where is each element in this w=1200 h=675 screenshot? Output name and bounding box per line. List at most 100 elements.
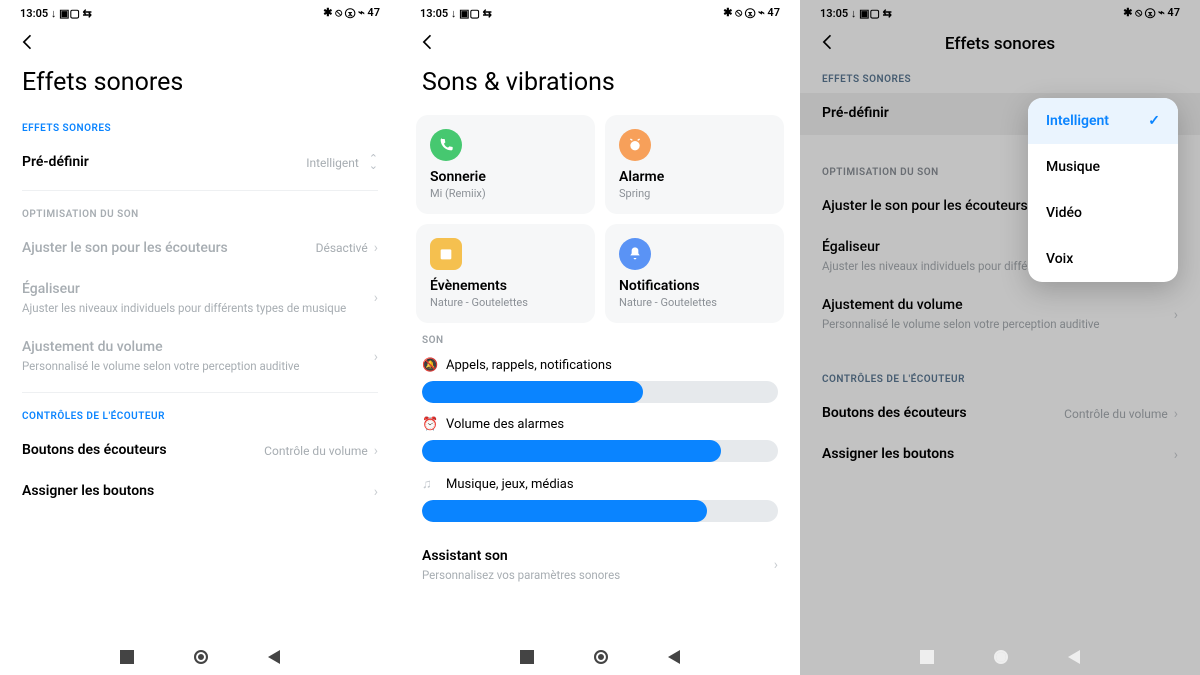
status-time: 13:05 — [820, 7, 848, 20]
chevron-right-icon: › — [1174, 406, 1178, 422]
bell-icon — [619, 238, 651, 270]
calls-volume-label: Appels, rappels, notifications — [446, 358, 612, 373]
nav-back-icon[interactable] — [268, 650, 280, 664]
sound-assistant-row[interactable]: Assistant son Personnalisez vos paramètr… — [400, 532, 800, 594]
section-son: SON — [400, 323, 800, 354]
status-right-icons: ✱ ⦸ ⓧ ⌁ 47 — [1123, 6, 1180, 20]
earphone-buttons-value: Contrôle du volume — [264, 444, 368, 458]
predefine-value: Intelligent — [306, 156, 359, 170]
events-sub: Nature - Goutelettes — [430, 296, 581, 309]
nav-recents-icon[interactable] — [120, 650, 134, 664]
volume-adjust-row[interactable]: Ajustement du volume Personnalisé le vol… — [800, 285, 1200, 343]
nav-home-icon[interactable] — [994, 650, 1008, 664]
nav-recents-icon[interactable] — [920, 650, 934, 664]
alarms-volume-label: Volume des alarmes — [446, 417, 564, 432]
status-left-icons: ↓ ▣▢ ⇆ — [451, 7, 492, 20]
alarms-volume-row: ⏰ Volume des alarmes — [400, 413, 800, 472]
popup-option-label: Intelligent — [1046, 113, 1109, 129]
volume-adjust-row[interactable]: Ajustement du volume Personnalisé le vol… — [0, 327, 400, 385]
events-title: Évènements — [430, 278, 581, 294]
earphone-buttons-row[interactable]: Boutons des écouteurs Contrôle du volume… — [800, 393, 1200, 435]
ringtone-title: Sonnerie — [430, 169, 581, 185]
media-volume-slider[interactable] — [422, 500, 778, 522]
popup-option-intelligent[interactable]: Intelligent ✓ — [1028, 98, 1178, 144]
status-time: 13:05 — [20, 7, 48, 20]
alarm-clock-icon: ⏰ — [422, 417, 436, 432]
calendar-icon — [430, 238, 462, 270]
notifications-sub: Nature - Goutelettes — [619, 296, 770, 309]
calls-fill — [422, 381, 643, 403]
android-nav-bar — [800, 639, 1200, 675]
alarm-sub: Spring — [619, 187, 770, 200]
screen-sound-effects: 13:05 ↓ ▣▢ ⇆ ✱ ⦸ ⓧ ⌁ 47 Effets sonores E… — [0, 0, 400, 675]
assign-buttons-row[interactable]: Assigner les boutons › — [800, 434, 1200, 476]
chevron-right-icon: › — [374, 484, 378, 500]
back-icon[interactable] — [18, 32, 38, 56]
assign-buttons-title: Assigner les boutons — [822, 446, 1174, 464]
chevron-right-icon: › — [374, 290, 378, 306]
alarm-title: Alarme — [619, 169, 770, 185]
media-volume-label: Musique, jeux, médias — [446, 477, 574, 492]
predefine-popup: Intelligent ✓ Musique Vidéo Voix — [1028, 98, 1178, 282]
back-icon[interactable] — [418, 32, 438, 56]
status-bar: 13:05 ↓ ▣▢ ⇆ ✱ ⦸ ⓧ ⌁ 47 — [0, 0, 400, 22]
popup-option-label: Voix — [1046, 251, 1073, 267]
popup-option-video[interactable]: Vidéo — [1028, 190, 1178, 236]
page-title: Sons & vibrations — [400, 62, 800, 111]
clock-icon — [619, 129, 651, 161]
chevron-right-icon: › — [1174, 307, 1178, 323]
media-volume-row: ♫Musique, jeux, médias — [400, 472, 800, 532]
headphones-value: Désactivé — [316, 241, 368, 255]
notifications-card[interactable]: Notifications Nature - Goutelettes — [605, 224, 784, 323]
notifications-title: Notifications — [619, 278, 770, 294]
page-title: Effets sonores — [0, 62, 400, 111]
chevron-right-icon: › — [374, 443, 378, 459]
predefine-row[interactable]: Pré-définir Intelligent ⌃⌄ — [0, 142, 400, 184]
alarm-card[interactable]: Alarme Spring — [605, 115, 784, 214]
chevron-right-icon: › — [374, 240, 378, 256]
assign-buttons-title: Assigner les boutons — [22, 483, 374, 501]
sound-assistant-title: Assistant son — [422, 548, 774, 566]
nav-back-icon[interactable] — [1068, 650, 1080, 664]
calls-volume-slider[interactable] — [422, 381, 778, 403]
status-time: 13:05 — [420, 7, 448, 20]
divider — [22, 190, 378, 191]
earphone-buttons-title: Boutons des écouteurs — [22, 442, 264, 460]
equalizer-row[interactable]: Égaliseur Ajuster les niveaux individuel… — [0, 269, 400, 327]
earphone-buttons-title: Boutons des écouteurs — [822, 405, 1064, 423]
screen-sound-effects-popup: 13:05 ↓ ▣▢ ⇆ ✱ ⦸ ⓧ ⌁ 47 Effets sonores E… — [800, 0, 1200, 675]
alarms-volume-slider[interactable] — [422, 440, 778, 462]
nav-back-icon[interactable] — [668, 650, 680, 664]
updown-icon: ⌃⌄ — [369, 156, 378, 169]
popup-option-voix[interactable]: Voix — [1028, 236, 1178, 282]
nav-home-icon[interactable] — [194, 650, 208, 664]
nav-home-icon[interactable] — [594, 650, 608, 664]
status-bar: 13:05 ↓ ▣▢ ⇆ ✱ ⦸ ⓧ ⌁ 47 — [400, 0, 800, 22]
predefine-label: Pré-définir — [22, 154, 306, 172]
popup-option-musique[interactable]: Musique — [1028, 144, 1178, 190]
status-left-icons: ↓ ▣▢ ⇆ — [51, 7, 92, 20]
headphones-row[interactable]: Ajuster le son pour les écouteurs Désact… — [0, 228, 400, 270]
section-effects: EFFETS SONORES — [800, 62, 1200, 93]
ringtone-sub: Mi (Remiix) — [430, 187, 581, 200]
section-earphone-controls: CONTRÔLES DE L'ÉCOUTEUR — [0, 399, 400, 430]
ringtone-card[interactable]: Sonnerie Mi (Remiix) — [416, 115, 595, 214]
earphone-buttons-row[interactable]: Boutons des écouteurs Contrôle du volume… — [0, 430, 400, 472]
page-title: Effets sonores — [818, 34, 1182, 54]
chevron-right-icon: › — [374, 349, 378, 365]
volume-adjust-title: Ajustement du volume — [822, 297, 1174, 315]
status-bar: 13:05 ↓ ▣▢ ⇆ ✱ ⦸ ⓧ ⌁ 47 — [800, 0, 1200, 22]
check-icon: ✓ — [1148, 113, 1160, 129]
volume-adjust-title: Ajustement du volume — [22, 339, 374, 357]
phone-icon — [430, 129, 462, 161]
section-earphone-controls: CONTRÔLES DE L'ÉCOUTEUR — [800, 362, 1200, 393]
section-optimisation: OPTIMISATION DU SON — [0, 197, 400, 228]
status-right-icons: ✱ ⦸ ⓧ ⌁ 47 — [723, 6, 780, 20]
chevron-right-icon: › — [774, 557, 778, 573]
equalizer-title: Égaliseur — [22, 281, 374, 299]
nav-recents-icon[interactable] — [520, 650, 534, 664]
volume-adjust-sub: Personnalisé le volume selon votre perce… — [22, 359, 374, 374]
chevron-right-icon: › — [1174, 447, 1178, 463]
assign-buttons-row[interactable]: Assigner les boutons › — [0, 471, 400, 513]
events-card[interactable]: Évènements Nature - Goutelettes — [416, 224, 595, 323]
